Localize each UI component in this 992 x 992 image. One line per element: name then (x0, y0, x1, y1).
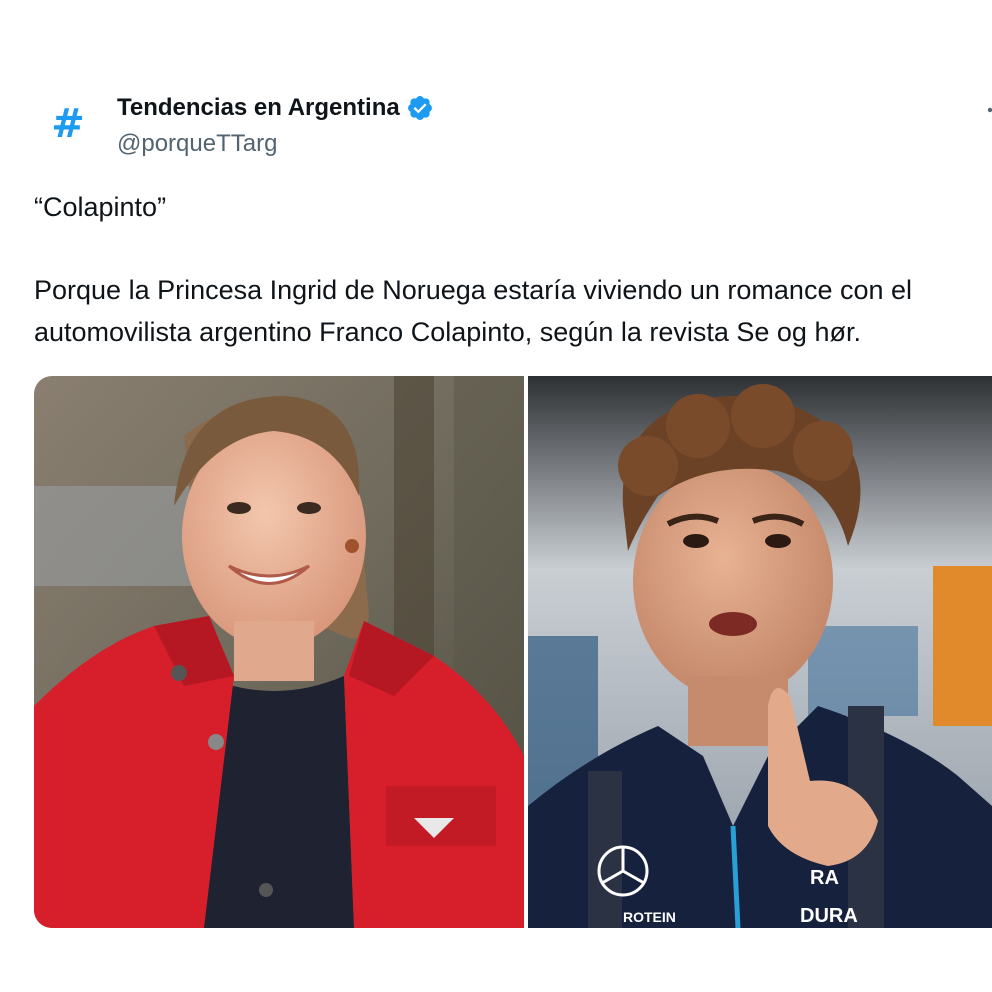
account-handle[interactable]: @porqueTTarg (117, 130, 277, 158)
tweet-text-line: automovilista argentino Franco Colapinto… (34, 317, 861, 347)
media-image-right[interactable]: RA DURA ROTEIN (528, 376, 992, 928)
jacket-text-ra: RA (810, 867, 839, 889)
verified-badge-icon (407, 96, 432, 120)
media-image-left[interactable] (34, 376, 524, 928)
jacket-text-rotein: ROTEIN (623, 909, 676, 925)
jacket-text-dura: DURA (800, 905, 858, 927)
tweet-text-line: “Colapinto” (34, 192, 167, 222)
photo-woman-red-jacket-icon (34, 376, 524, 928)
display-name[interactable]: Tendencias en Argentina (117, 94, 400, 122)
photo-man-racing-jacket-icon: RA DURA ROTEIN (528, 376, 992, 928)
tweet-text-line: Porque la Princesa Ingrid de Noruega est… (34, 275, 913, 305)
more-options-icon[interactable] (984, 100, 992, 124)
tweet: # Tendencias en Argentina @porqueTTarg “… (0, 0, 992, 992)
tweet-media[interactable]: RA DURA ROTEIN (34, 376, 992, 928)
hashtag-icon: # (51, 101, 85, 147)
avatar[interactable]: # (36, 92, 100, 156)
account-name-row[interactable]: Tendencias en Argentina (117, 94, 434, 122)
